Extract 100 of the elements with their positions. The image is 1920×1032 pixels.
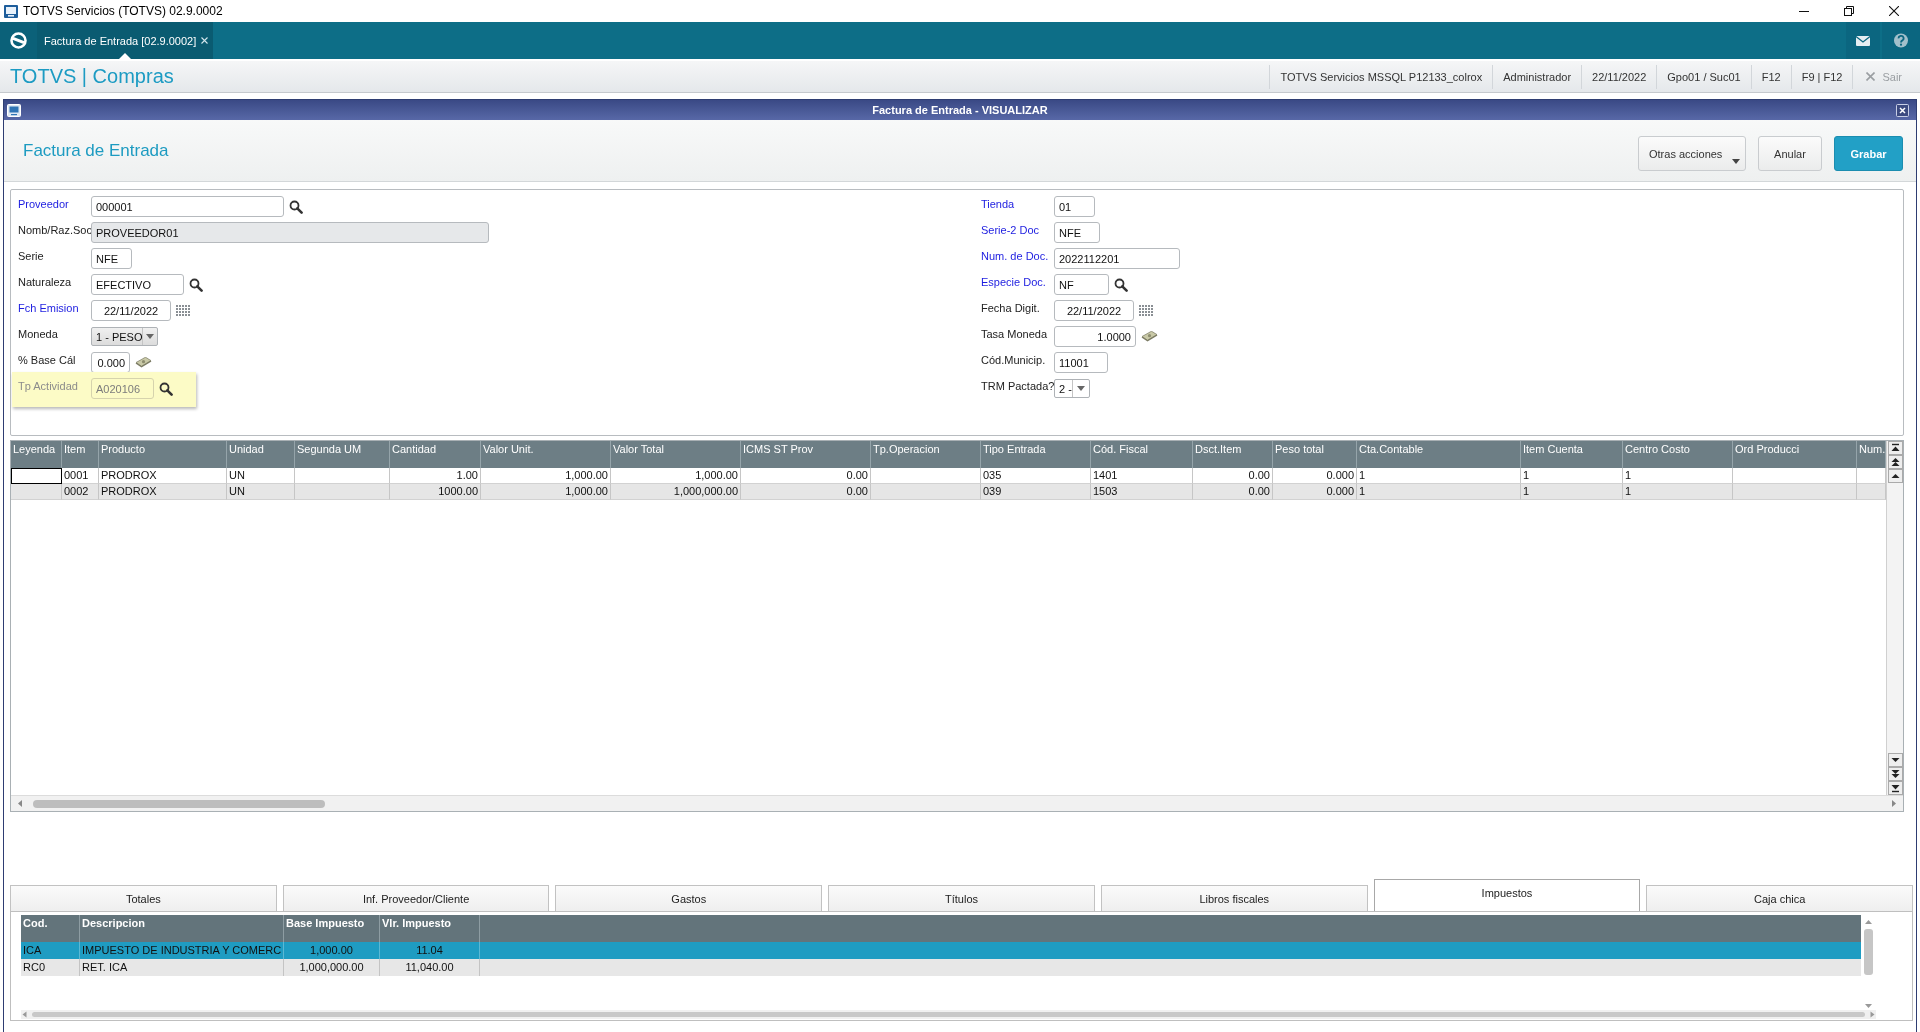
field-label: Nomb/Raz.Soc — [18, 223, 91, 236]
status-item: Administrador — [1503, 70, 1572, 83]
tab[interactable]: Inf. Proveedor/Cliente — [282, 885, 550, 911]
page-down-icon[interactable] — [1887, 767, 1903, 781]
input-field[interactable]: 0.000 — [91, 352, 130, 373]
input-field[interactable]: NFE — [91, 248, 132, 269]
input-field[interactable]: 22/11/2022 — [91, 300, 171, 321]
more-actions-button[interactable]: Otras acciones — [1638, 136, 1746, 171]
scroll-up-icon[interactable] — [1887, 469, 1903, 483]
close-icon[interactable] — [1889, 6, 1899, 16]
save-button[interactable]: Grabar — [1834, 136, 1903, 171]
field-label: Fecha Digit. — [981, 301, 1041, 314]
table-row[interactable]: RC0 RET. ICA 1,000,000.00 11,040.00 — [21, 959, 1861, 976]
app-icon — [4, 4, 18, 18]
dialog-title: Factura de Entrada - VISUALIZAR — [872, 104, 1048, 116]
calendar-icon[interactable] — [176, 305, 190, 316]
table-cell: 0002 — [62, 484, 99, 500]
table-cell: 1503 — [1091, 484, 1193, 500]
dropdown[interactable]: 1 - PESO — [91, 327, 158, 346]
field-label: Proveedor — [18, 197, 70, 210]
field-label: Tienda — [981, 197, 1016, 210]
money-icon[interactable] — [1141, 331, 1158, 342]
field-label: % Base Cál — [18, 353, 77, 366]
table-cell: RC0 — [21, 959, 80, 976]
scroll-down-icon[interactable] — [1887, 753, 1903, 767]
page-heading: Factura de Entrada — [23, 140, 169, 161]
search-icon[interactable] — [1114, 277, 1128, 292]
field-label: Serie-2 Doc — [981, 223, 1041, 236]
calendar-icon[interactable] — [1139, 305, 1153, 316]
money-icon[interactable] — [135, 357, 152, 368]
field-label: Cód.Municip. — [981, 353, 1047, 366]
mail-icon[interactable] — [1846, 22, 1880, 59]
caret-icon — [146, 334, 155, 339]
status-item: Gpo01 / Suc01 — [1667, 70, 1741, 83]
caret-icon — [1732, 159, 1740, 164]
field-label: Fch Emision — [18, 301, 80, 314]
input-field[interactable]: 11001 — [1054, 352, 1108, 373]
table-cell: 039 — [981, 484, 1091, 500]
scrollbar-thumb[interactable] — [1864, 929, 1873, 975]
status-item: 22/11/2022 — [1592, 70, 1647, 83]
close-icon — [1866, 72, 1876, 81]
field-label: Tp Actividad — [18, 379, 79, 392]
void-button[interactable]: Anular — [1758, 136, 1822, 171]
scrollbar-thumb[interactable] — [33, 799, 325, 808]
search-icon[interactable] — [289, 199, 303, 214]
column-header[interactable]: Leyenda — [11, 441, 62, 468]
dropdown[interactable]: 2 - — [1054, 379, 1090, 398]
input-field[interactable]: 22/11/2022 — [1054, 300, 1134, 321]
table-cell: 1,000,000.00 — [611, 484, 741, 500]
field-label: Especie Doc. — [981, 275, 1047, 288]
input-field[interactable]: EFECTIVO — [91, 274, 184, 295]
status-item: TOTVS Servicios MSSQL P12133_colrox — [1280, 70, 1483, 83]
input-field[interactable]: 2022112201 — [1054, 248, 1180, 269]
table-cell: 1,000.00 — [481, 484, 611, 500]
restore-icon[interactable] — [1844, 6, 1854, 16]
table-cell: PRODROX — [99, 484, 227, 500]
scroll-right-icon[interactable] — [1890, 799, 1898, 808]
table-cell: 0.000 — [1273, 484, 1357, 500]
tab[interactable]: Libros fiscales — [1100, 885, 1368, 911]
logo-icon[interactable] — [0, 22, 37, 59]
help-icon[interactable] — [1882, 22, 1920, 59]
input-field[interactable]: 1.0000 — [1054, 326, 1136, 347]
pointer-icon — [119, 53, 132, 59]
table-cell: UN — [227, 484, 295, 500]
tab[interactable]: Gastos — [555, 885, 823, 911]
status-item: F9 | F12 — [1801, 70, 1843, 83]
scrollbar-thumb[interactable] — [32, 1012, 1865, 1017]
input-field[interactable]: NFE — [1054, 222, 1100, 243]
page-up-icon[interactable] — [1887, 455, 1903, 469]
table-cell: 1 — [1357, 484, 1521, 500]
tab[interactable]: Caja chica — [1646, 885, 1914, 911]
table-cell: 0.00 — [741, 484, 871, 500]
table-cell: 1 — [1521, 484, 1623, 500]
input-field[interactable]: NF — [1054, 274, 1109, 295]
table-row[interactable]: ICA IMPUESTO DE INDUSTRIA Y COMERC 1,000.00 11.04 — [21, 942, 1861, 959]
scroll-bottom-icon[interactable] — [1887, 781, 1903, 795]
field-label: TRM Pactada? — [981, 379, 1054, 392]
search-icon[interactable] — [189, 277, 203, 292]
table-cell: 11,040.00 — [380, 959, 480, 976]
input-field[interactable]: 000001 — [91, 196, 284, 217]
field-label: Naturaleza — [18, 275, 73, 288]
tab[interactable]: Títulos — [828, 885, 1095, 911]
table-cell: RET. ICA — [80, 959, 284, 976]
table-cell: 1000.00 — [390, 484, 481, 500]
window-title: TOTVS Servicios (TOTVS) 02.9.0002 — [23, 4, 223, 18]
table-cell: 1 — [1623, 484, 1733, 500]
app-tab[interactable]: Factura de Entrada [02.9.0002] — [37, 22, 214, 59]
status-item: F12 — [1761, 70, 1781, 83]
scroll-top-icon[interactable] — [1887, 441, 1903, 455]
module-title: TOTVS | Compras — [10, 65, 174, 88]
input-field[interactable]: PROVEEDOR01 — [91, 222, 489, 243]
tab[interactable]: Impuestos — [1373, 879, 1641, 911]
tab[interactable]: Totales — [10, 885, 277, 911]
field-label: Serie — [18, 249, 45, 262]
window-icon — [7, 103, 21, 117]
table-cell: 1,000,000.00 — [284, 959, 380, 976]
input-field[interactable]: 01 — [1054, 196, 1095, 217]
field-label: Num. de Doc. — [981, 249, 1050, 262]
scroll-left-icon[interactable] — [16, 799, 24, 808]
table-cell: 0.00 — [1193, 484, 1273, 500]
